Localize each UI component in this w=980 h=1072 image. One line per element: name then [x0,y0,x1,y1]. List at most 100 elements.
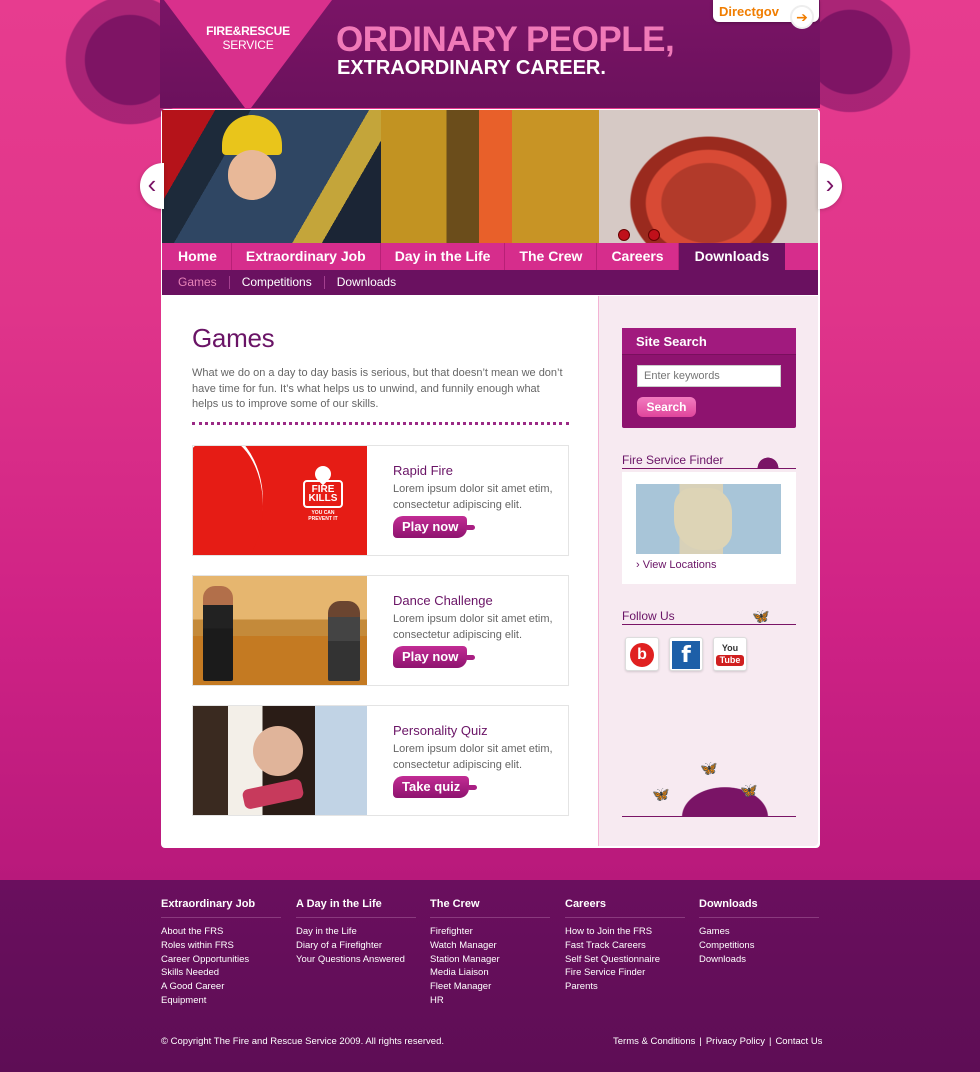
intro-text: What we do on a day to day basis is seri… [192,367,563,410]
uk-map[interactable] [636,484,781,554]
footer-link[interactable]: Downloads [699,953,819,967]
footer-link[interactable]: Self Set Questionnaire [565,953,685,967]
butterfly-icon: 🦋 [752,608,770,624]
fire-kills-image[interactable]: FIRE KILLS YOU CAN PREVENT IT [193,446,367,555]
nav-item-home[interactable]: Home [162,243,232,270]
footer-link[interactable]: HR [430,994,550,1008]
main-content: Games What we do on a day to day basis i… [192,323,569,413]
footer-link[interactable]: Fast Track Careers [565,939,685,953]
game-description: Lorem ipsum dolor sit amet etim, consect… [393,483,553,511]
footer-col-title[interactable]: Downloads [699,898,819,918]
fire-kills-line3: YOU CAN PREVENT IT [308,510,338,522]
butterfly-icon: 🦋 [700,760,718,776]
footer-link[interactable]: Games [699,925,819,939]
game-title[interactable]: Personality Quiz [393,723,488,738]
footer-link[interactable]: About the FRS [161,925,281,939]
game-description: Lorem ipsum dolor sit amet etim, consect… [393,613,553,641]
footer-col-title[interactable]: Careers [565,898,685,918]
play-now-button[interactable]: Play now [393,646,476,668]
site-search-title: Site Search [622,328,796,355]
fire-kills-line2: KILLS [308,493,338,504]
subnav-item-downloads[interactable]: Downloads [323,276,408,289]
separator: | [768,1036,772,1047]
footer-link[interactable]: Roles within FRS [161,939,281,953]
nav-item-the-crew[interactable]: The Crew [505,243,598,270]
dotted-divider [192,422,569,425]
slide-firefighters-in-truck [162,110,381,243]
search-input[interactable] [637,365,781,387]
slide-firefighters-with-hose [380,110,600,243]
footer-link[interactable]: Skills Needed [161,966,281,980]
game-card-dance-challenge: Dance Challenge Lorem ipsum dolor sit am… [192,575,569,686]
slider-prev-button[interactable]: ‹ [140,163,164,209]
follow-us-title: Follow Us [622,609,796,625]
nav-item-careers[interactable]: Careers [597,243,679,270]
nav-item-day-in-the-life[interactable]: Day in the Life [381,243,506,270]
decorative-splat [748,452,788,468]
footer-link[interactable]: Station Manager [430,953,550,967]
slider-dot[interactable] [618,229,630,241]
youtube-label-bottom: Tube [716,655,744,666]
game-title[interactable]: Rapid Fire [393,463,453,478]
nav-item-extraordinary-job[interactable]: Extraordinary Job [232,243,381,270]
sub-nav: Games Competitions Downloads [162,270,818,295]
page-title: Games [192,323,275,353]
logo[interactable]: FIRE&RESCUE SERVICE [198,24,298,52]
footer-col-title[interactable]: A Day in the Life [296,898,416,918]
footer-link[interactable]: A Good Career [161,980,281,994]
facebook-button[interactable]: f [669,637,703,671]
footer-link[interactable]: Diary of a Firefighter [296,939,416,953]
facebook-icon: f [672,641,700,669]
view-locations-link[interactable]: › View Locations [636,559,717,571]
footer-link[interactable]: Equipment [161,994,281,1008]
footer-link[interactable]: How to Join the FRS [565,925,685,939]
contact-link[interactable]: Contact Us [775,1036,822,1047]
slider-dot[interactable] [648,229,660,241]
fire-kills-logo: FIRE KILLS YOU CAN PREVENT IT [303,462,343,532]
copyright-text: © Copyright The Fire and Rescue Service … [161,1036,444,1047]
footer-link[interactable]: Competitions [699,939,819,953]
youtube-button[interactable]: You Tube [713,637,747,671]
footer-link[interactable]: Firefighter [430,925,550,939]
subnav-item-competitions[interactable]: Competitions [228,276,324,289]
footer-col-the-crew: The Crew Firefighter Watch Manager Stati… [430,898,550,1008]
nav-item-downloads[interactable]: Downloads [678,243,786,270]
butterfly-icon: 🦋 [740,782,758,798]
footer-link[interactable]: Your Questions Answered [296,953,416,967]
footer-link[interactable]: Parents [565,980,685,994]
footer-col-title[interactable]: Extraordinary Job [161,898,281,918]
logo-line2: SERVICE [222,38,274,52]
footer-link[interactable]: Day in the Life [296,925,416,939]
dance-challenge-image[interactable] [193,576,367,685]
footer-col-title[interactable]: The Crew [430,898,550,918]
game-card-personality-quiz: Personality Quiz Lorem ipsum dolor sit a… [192,705,569,816]
footer-link[interactable]: Career Opportunities [161,953,281,967]
tagline-primary: ORDINARY PEOPLE, [336,20,675,59]
footer-col-downloads: Downloads Games Competitions Downloads [699,898,819,966]
personality-quiz-image[interactable] [193,706,367,815]
bebo-button[interactable]: b [625,637,659,671]
subnav-item-games[interactable]: Games [178,276,229,289]
terms-link[interactable]: Terms & Conditions [613,1036,695,1047]
game-description: Lorem ipsum dolor sit amet etim, consect… [393,743,553,771]
tagline-secondary: EXTRAORDINARY CAREER. [337,57,606,79]
arrow-circle-icon[interactable]: ➔ [790,5,814,29]
privacy-link[interactable]: Privacy Policy [706,1036,765,1047]
butterfly-icon: 🦋 [652,786,670,802]
footer-col-extraordinary-job: Extraordinary Job About the FRS Roles wi… [161,898,281,1008]
slider-dots [618,229,660,241]
hero-slider [162,110,819,243]
decorative-line [622,816,796,817]
search-button[interactable]: Search [637,397,696,417]
logo-line1: FIRE&RESCUE [206,24,290,38]
footer-link[interactable]: Watch Manager [430,939,550,953]
game-title[interactable]: Dance Challenge [393,593,493,608]
legal-links: Terms & Conditions | Privacy Policy | Contac… [613,1036,822,1047]
footer-link[interactable]: Fire Service Finder [565,966,685,980]
footer-link[interactable]: Media Liaison [430,966,550,980]
footer-link[interactable]: Fleet Manager [430,980,550,994]
play-now-button[interactable]: Play now [393,516,476,538]
take-quiz-button[interactable]: Take quiz [393,776,478,798]
main-nav: Home Extraordinary Job Day in the Life T… [162,243,818,270]
slider-next-button[interactable]: › [818,163,842,209]
